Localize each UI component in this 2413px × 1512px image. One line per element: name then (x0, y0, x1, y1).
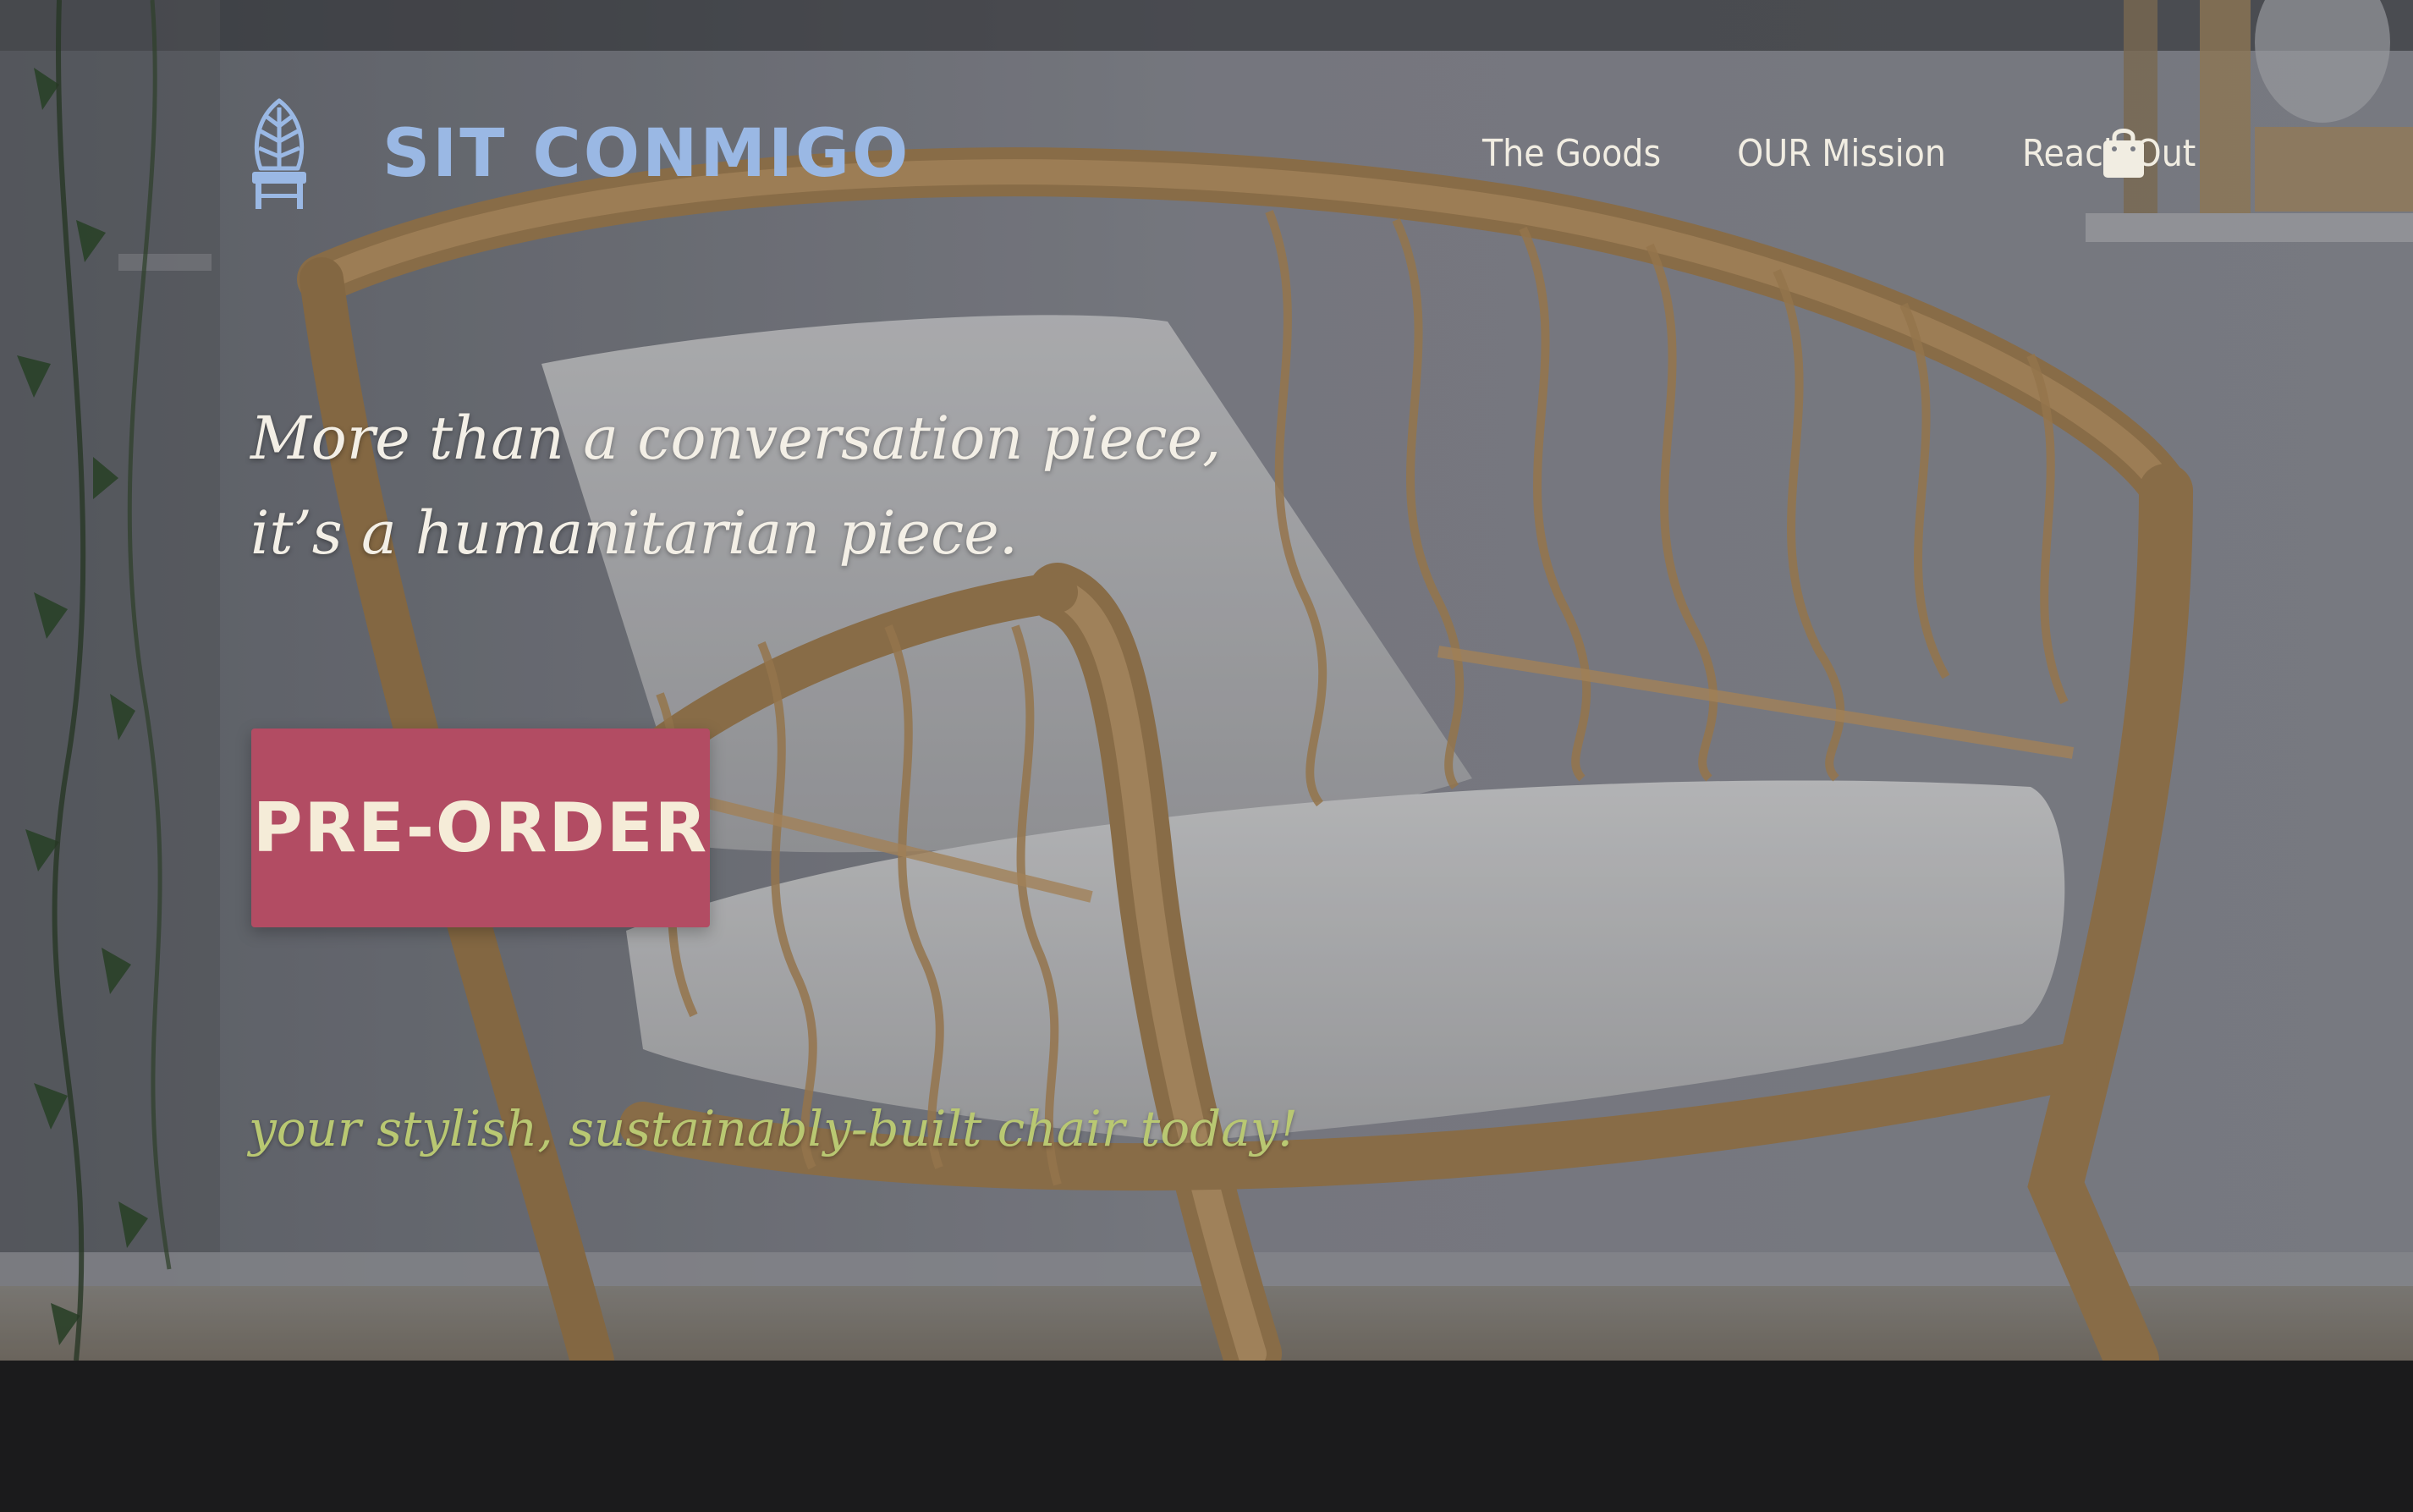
landing-page: SIT CONMIGO The Goods OUR Mission Reach … (0, 0, 2413, 1512)
hero-tagline: More than a conversation piece, it’s a h… (250, 391, 1266, 580)
leaf-chair-icon (252, 98, 306, 209)
shopping-bag-icon (2103, 129, 2144, 178)
main-nav: The Goods OUR Mission Reach Out (1482, 124, 2272, 183)
hero-subline: your stylish, sustainably-built chair to… (249, 1100, 1298, 1157)
pre-order-button[interactable]: PRE-ORDER (251, 729, 710, 927)
hero-tagline-line-1: More than a conversation piece, (250, 404, 1222, 473)
nav-link-the-goods[interactable]: The Goods (1482, 132, 1661, 175)
nav-link-our-mission[interactable]: OUR Mission (1737, 132, 1946, 175)
hero-tagline-line-2: it’s a humanitarian piece. (250, 498, 1018, 568)
footer-band (0, 1361, 2413, 1512)
brand-name: SIT CONMIGO (382, 116, 911, 192)
brand-logo-link[interactable]: SIT CONMIGO (249, 95, 910, 213)
